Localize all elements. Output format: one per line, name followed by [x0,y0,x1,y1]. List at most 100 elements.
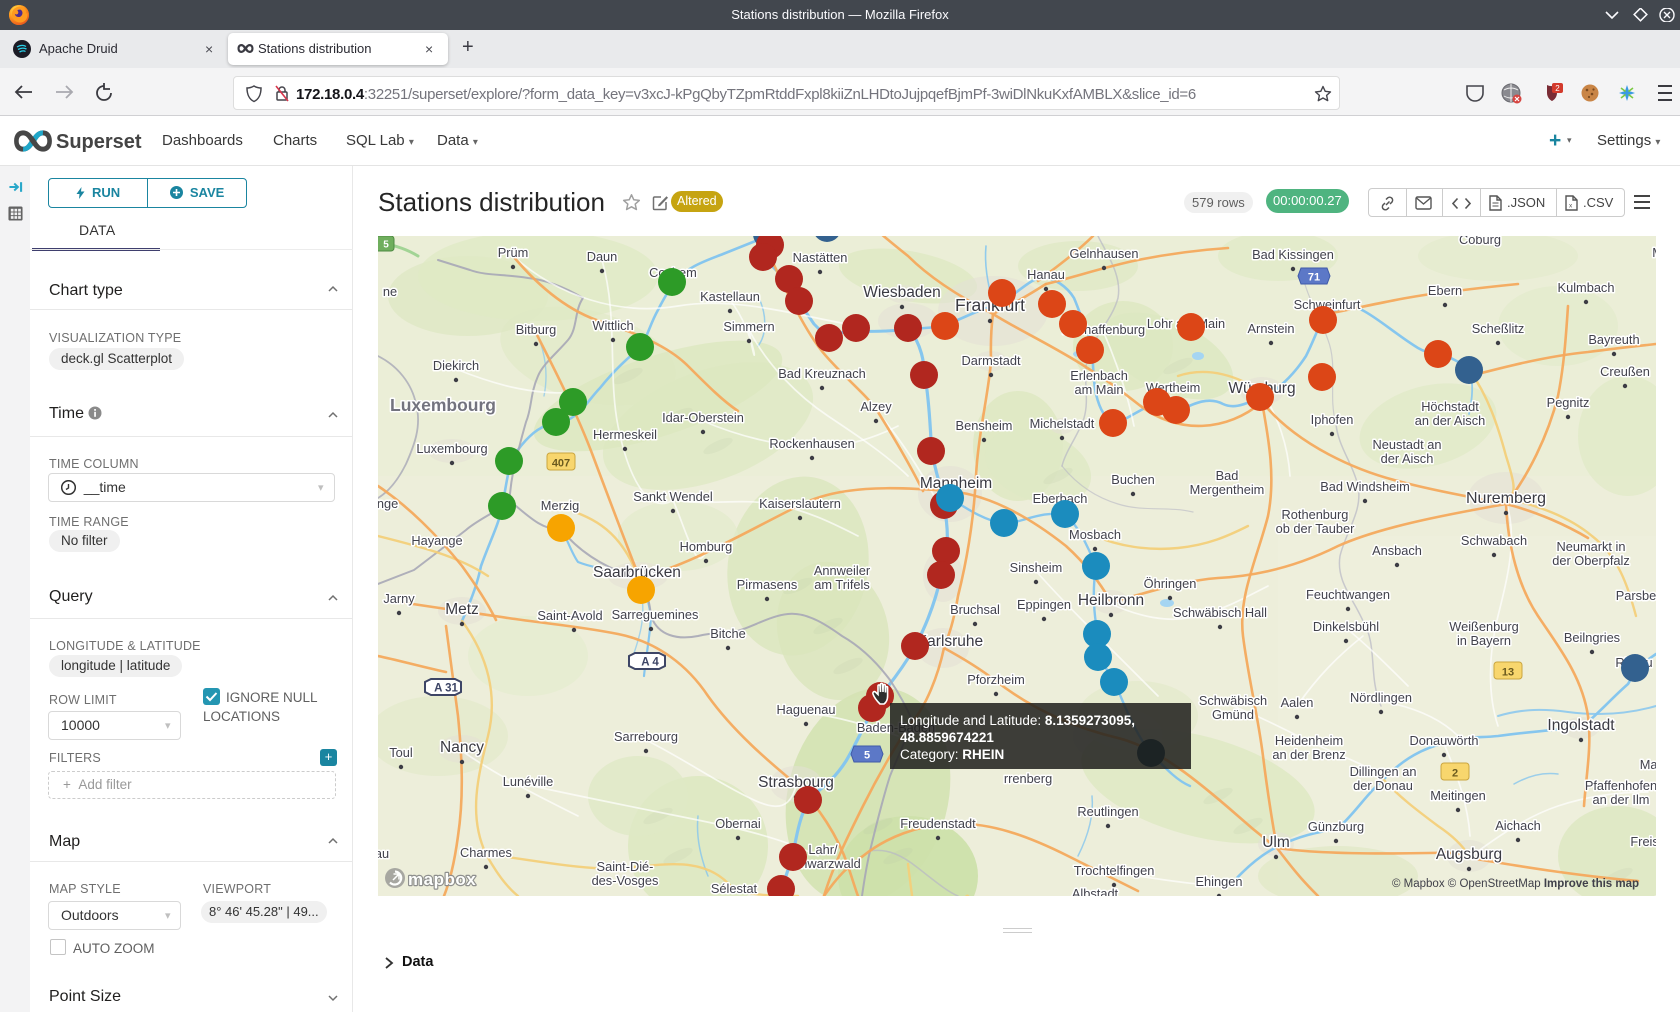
svg-text:Ehingen: Ehingen [1196,874,1243,889]
svg-text:mapbox: mapbox [408,870,476,889]
svg-text:Pfaffenhofen: Pfaffenhofen [1585,778,1656,793]
svg-text:Meitingen: Meitingen [1430,788,1486,803]
svg-text:an der Ilm: an der Ilm [1593,792,1650,807]
svg-text:rrenberg: rrenberg [1004,771,1052,786]
svg-text:Sarreguemines: Sarreguemines [612,607,699,622]
svg-text:Daun: Daun [587,249,618,264]
svg-text:Trochtelfingen: Trochtelfingen [1074,863,1155,878]
svg-text:Wittlich: Wittlich [592,318,633,333]
svg-text:A 31: A 31 [434,683,458,695]
svg-text:Sélestat: Sélestat [711,881,758,896]
svg-text:Parsbe: Parsbe [1616,588,1656,603]
svg-text:Pirmasens: Pirmasens [737,577,797,592]
svg-text:Homburg: Homburg [680,539,733,554]
svg-text:Coburg: Coburg [1459,236,1501,247]
svg-text:Rothenburg: Rothenburg [1282,507,1349,522]
svg-text:Ebern: Ebern [1428,283,1462,298]
svg-text:Ansbach: Ansbach [1372,543,1422,558]
svg-text:Freudenstadt: Freudenstadt [900,816,976,831]
svg-text:Mosbach: Mosbach [1069,527,1121,542]
svg-text:407: 407 [552,458,570,470]
svg-text:Ulm: Ulm [1262,834,1290,851]
svg-text:Aalen: Aalen [1281,695,1314,710]
svg-text:2: 2 [1555,84,1560,93]
svg-text:Saint-Avold: Saint-Avold [537,608,602,623]
svg-text:Category: RHEIN: Category: RHEIN [900,747,1004,762]
svg-text:Hermeskeil: Hermeskeil [593,427,657,442]
svg-text:au: au [378,846,389,861]
svg-text:Pforzheim: Pforzheim [967,672,1025,687]
svg-text:Bad Kreuznach: Bad Kreuznach [778,366,866,381]
svg-text:Sarrebourg: Sarrebourg [614,729,678,744]
svg-text:Michelstadt: Michelstadt [1030,416,1095,431]
svg-text:am Trifels: am Trifels [814,577,869,592]
svg-text:Saint-Dié-: Saint-Dié- [597,859,654,874]
svg-text:13: 13 [1502,667,1514,679]
svg-text:Scheßlitz: Scheßlitz [1472,321,1525,336]
svg-text:Nördlingen: Nördlingen [1350,690,1412,705]
svg-text:Strasbourg: Strasbourg [758,774,834,791]
svg-text:Bitche: Bitche [710,626,746,641]
svg-text:Höchstadt: Höchstadt [1421,399,1479,414]
svg-text:Haguenau: Haguenau [776,702,835,717]
svg-text:Arnstein: Arnstein [1248,321,1295,336]
svg-text:Kastellaun: Kastellaun [700,289,760,304]
svg-text:ob der Tauber: ob der Tauber [1276,521,1355,536]
svg-text:an der Brenz: an der Brenz [1272,747,1345,762]
svg-text:Charmes: Charmes [460,845,512,860]
svg-text:des-Vosges: des-Vosges [592,873,659,888]
svg-text:Creußen: Creußen [1600,364,1650,379]
svg-text:Wiesbaden: Wiesbaden [863,284,941,301]
svg-text:Luxembourg: Luxembourg [416,441,487,456]
svg-text:Günzburg: Günzburg [1308,819,1364,834]
svg-text:Heilbronn: Heilbronn [1078,592,1144,609]
svg-text:Darmstadt: Darmstadt [961,353,1020,368]
svg-text:Nancy: Nancy [440,739,484,756]
svg-text:Toul: Toul [389,745,412,760]
svg-text:Jarny: Jarny [383,591,415,606]
svg-text:Nuremberg: Nuremberg [1466,490,1546,507]
svg-text:5: 5 [383,240,389,251]
svg-text:Öhringen: Öhringen [1144,576,1197,591]
svg-text:der Donau: der Donau [1353,778,1413,793]
svg-text:Eppingen: Eppingen [1017,597,1071,612]
svg-text:Bad: Bad [1216,468,1239,483]
svg-text:A 4: A 4 [641,657,659,669]
svg-text:der Oberpfalz: der Oberpfalz [1552,553,1630,568]
svg-text:Bayreuth: Bayreuth [1588,332,1639,347]
svg-text:48.8859674221: 48.8859674221 [900,730,994,745]
svg-text:Pegnitz: Pegnitz [1547,395,1590,410]
svg-text:2: 2 [1452,768,1458,780]
svg-text:ne: ne [383,284,397,299]
svg-text:Buchen: Buchen [1111,472,1154,487]
svg-text:Hayange: Hayange [411,533,462,548]
svg-text:Annweiler: Annweiler [814,563,871,578]
svg-text:Lunéville: Lunéville [503,774,554,789]
svg-text:Münchb: Münchb [1652,245,1656,260]
svg-text:71: 71 [1308,272,1320,284]
svg-text:Obernai: Obernai [715,816,761,831]
svg-text:Ingolstadt: Ingolstadt [1547,717,1615,734]
svg-text:Donauwörth: Donauwörth [1409,733,1478,748]
svg-text:Erlenbach: Erlenbach [1070,368,1128,383]
svg-text:Gmünd: Gmünd [1212,707,1254,722]
svg-text:Rockenhausen: Rockenhausen [769,436,854,451]
svg-text:Merzig: Merzig [541,498,579,513]
svg-text:Schwäbisch: Schwäbisch [1199,693,1267,708]
svg-text:Mai: Mai [1640,757,1656,772]
svg-text:5: 5 [864,750,870,762]
svg-text:Metz: Metz [445,601,479,618]
svg-text:Iphofen: Iphofen [1311,412,1354,427]
svg-text:Bruchsal: Bruchsal [950,602,1000,617]
svg-text:Luxembourg: Luxembourg [390,395,496,415]
svg-text:Lahr/: Lahr/ [808,842,838,857]
svg-text:Aichach: Aichach [1495,818,1541,833]
svg-text:© Mapbox © OpenStreetMap Impro: © Mapbox © OpenStreetMap Improve this ma… [1392,878,1639,890]
svg-text:in Bayern: in Bayern [1457,633,1511,648]
svg-text:Reutlingen: Reutlingen [1077,804,1138,819]
svg-text:Kaiserslautern: Kaiserslautern [759,496,841,511]
svg-text:Diekirch: Diekirch [433,358,479,373]
svg-text:Kulmbach: Kulmbach [1558,280,1615,295]
svg-text:Alzey: Alzey [860,399,892,414]
svg-text:Neumarkt in: Neumarkt in [1557,539,1626,554]
